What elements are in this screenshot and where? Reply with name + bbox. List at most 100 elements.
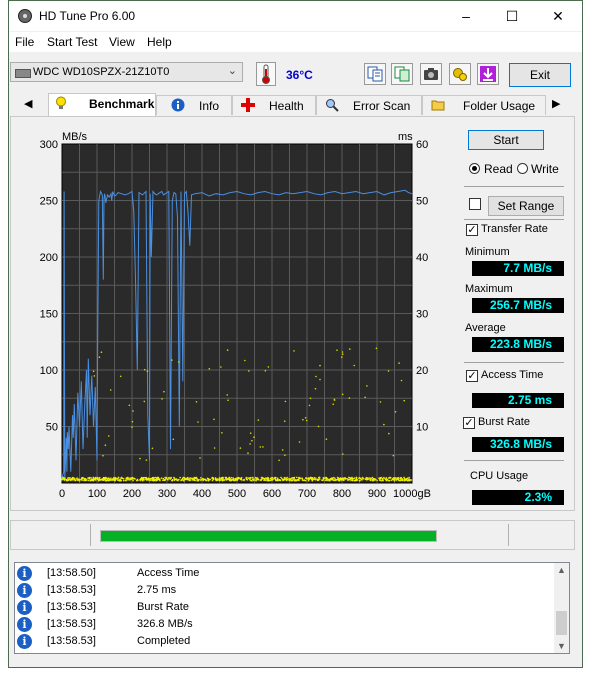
copy-text-button[interactable] — [364, 63, 386, 85]
access-point — [383, 476, 385, 479]
access-point — [255, 479, 257, 482]
log-scrollbar[interactable]: ▲ ▼ — [554, 563, 569, 653]
scroll-down-icon[interactable]: ▼ — [557, 641, 566, 651]
access-point — [362, 477, 364, 479]
range-checkbox[interactable] — [469, 198, 481, 210]
options-button[interactable] — [449, 63, 471, 85]
set-range-button[interactable]: Set Range — [488, 196, 564, 216]
log-row: i [13:58.53] 2.75 ms — [17, 582, 551, 599]
save-button[interactable] — [477, 63, 499, 85]
divider — [464, 219, 564, 220]
access-point — [98, 356, 101, 358]
tab-health[interactable]: Health — [232, 95, 316, 115]
divider — [464, 460, 564, 461]
access-point — [216, 479, 218, 481]
access-point — [109, 389, 112, 391]
tab-error-scan[interactable]: Error Scan — [316, 95, 422, 115]
access-point — [268, 479, 271, 482]
access-point — [214, 477, 217, 479]
access-point — [372, 479, 375, 482]
x-tick-label: 0 — [59, 488, 65, 500]
transfer-rate-checkbox[interactable]: ✓ — [466, 224, 478, 236]
close-button[interactable]: ✕ — [535, 1, 581, 31]
x-tick-label: 300 — [158, 488, 176, 500]
exit-button[interactable]: Exit — [509, 63, 571, 87]
access-point — [97, 478, 100, 480]
access-point — [385, 479, 388, 482]
access-point — [318, 476, 321, 479]
access-point — [301, 477, 304, 480]
access-point — [389, 477, 392, 479]
access-point — [313, 478, 315, 481]
access-time-checkbox[interactable]: ✓ — [466, 370, 478, 382]
access-point — [126, 477, 129, 480]
tab-scroll-left-icon[interactable]: ◀ — [24, 97, 32, 110]
access-point — [342, 453, 344, 455]
access-point — [181, 477, 184, 480]
tab-folder-usage[interactable]: Folder Usage — [422, 95, 546, 115]
start-button[interactable]: Start — [468, 130, 544, 150]
access-point — [285, 478, 287, 481]
access-point — [120, 479, 122, 482]
access-point — [313, 476, 316, 479]
write-radio[interactable] — [517, 163, 528, 174]
log-list[interactable]: i [13:58.50] Access Time i [13:58.53] 2.75 ms… — [14, 562, 570, 654]
access-point — [310, 476, 312, 479]
access-point — [147, 478, 149, 481]
access-point — [265, 477, 267, 479]
y-right-tick-label: 60 — [416, 139, 428, 151]
screenshot-button[interactable] — [420, 63, 442, 85]
menu-start-test[interactable]: Start Test — [47, 35, 97, 49]
copy-screenshot-button[interactable] — [391, 63, 413, 85]
maximize-button[interactable]: ☐ — [489, 1, 535, 31]
tab-scroll-right-icon[interactable]: ▶ — [552, 97, 560, 110]
access-point — [388, 479, 391, 482]
access-point — [403, 399, 406, 402]
tab-benchmark[interactable]: Benchmark — [48, 93, 156, 116]
access-point — [358, 479, 361, 482]
access-point — [223, 479, 226, 481]
access-point — [190, 477, 193, 480]
drive-select[interactable]: WDC WD10SPZX-21Z10T0 ⌄ — [10, 62, 243, 82]
log-message: 2.75 ms — [137, 584, 177, 596]
access-point — [230, 476, 233, 479]
scroll-up-icon[interactable]: ▲ — [557, 565, 566, 575]
access-point — [294, 479, 297, 482]
access-point — [353, 364, 356, 367]
tab-info[interactable]: Info — [156, 95, 232, 115]
access-point — [180, 479, 183, 481]
menu-file[interactable]: File — [15, 35, 34, 49]
access-point — [314, 387, 317, 390]
access-point — [271, 476, 273, 479]
access-point — [304, 417, 307, 419]
access-point — [278, 459, 280, 462]
minimize-button[interactable]: – — [443, 1, 489, 31]
access-point — [67, 478, 69, 481]
access-point — [322, 477, 325, 479]
read-radio[interactable] — [469, 163, 480, 174]
access-point — [151, 447, 154, 450]
access-point — [199, 457, 201, 459]
y-left-tick-label: 200 — [40, 252, 58, 264]
access-point — [369, 478, 371, 481]
access-point — [188, 478, 191, 480]
access-point — [274, 477, 276, 480]
access-point — [407, 479, 409, 482]
burst-rate-checkbox[interactable]: ✓ — [463, 417, 475, 429]
menu-view[interactable]: View — [109, 35, 135, 49]
copy-screenshot-icon — [394, 66, 410, 82]
cpu-usage-value: 2.3% — [472, 490, 564, 505]
access-point — [409, 479, 412, 481]
scroll-thumb[interactable] — [556, 611, 567, 635]
access-point — [92, 479, 94, 482]
log-time: [13:58.53] — [47, 601, 96, 613]
access-point — [224, 477, 227, 479]
access-point — [383, 423, 385, 426]
access-point — [173, 477, 176, 479]
access-point — [154, 476, 157, 479]
access-point — [204, 478, 207, 481]
access-point — [130, 478, 132, 481]
menu-help[interactable]: Help — [147, 35, 172, 49]
access-point — [121, 477, 124, 480]
access-point — [171, 479, 174, 482]
